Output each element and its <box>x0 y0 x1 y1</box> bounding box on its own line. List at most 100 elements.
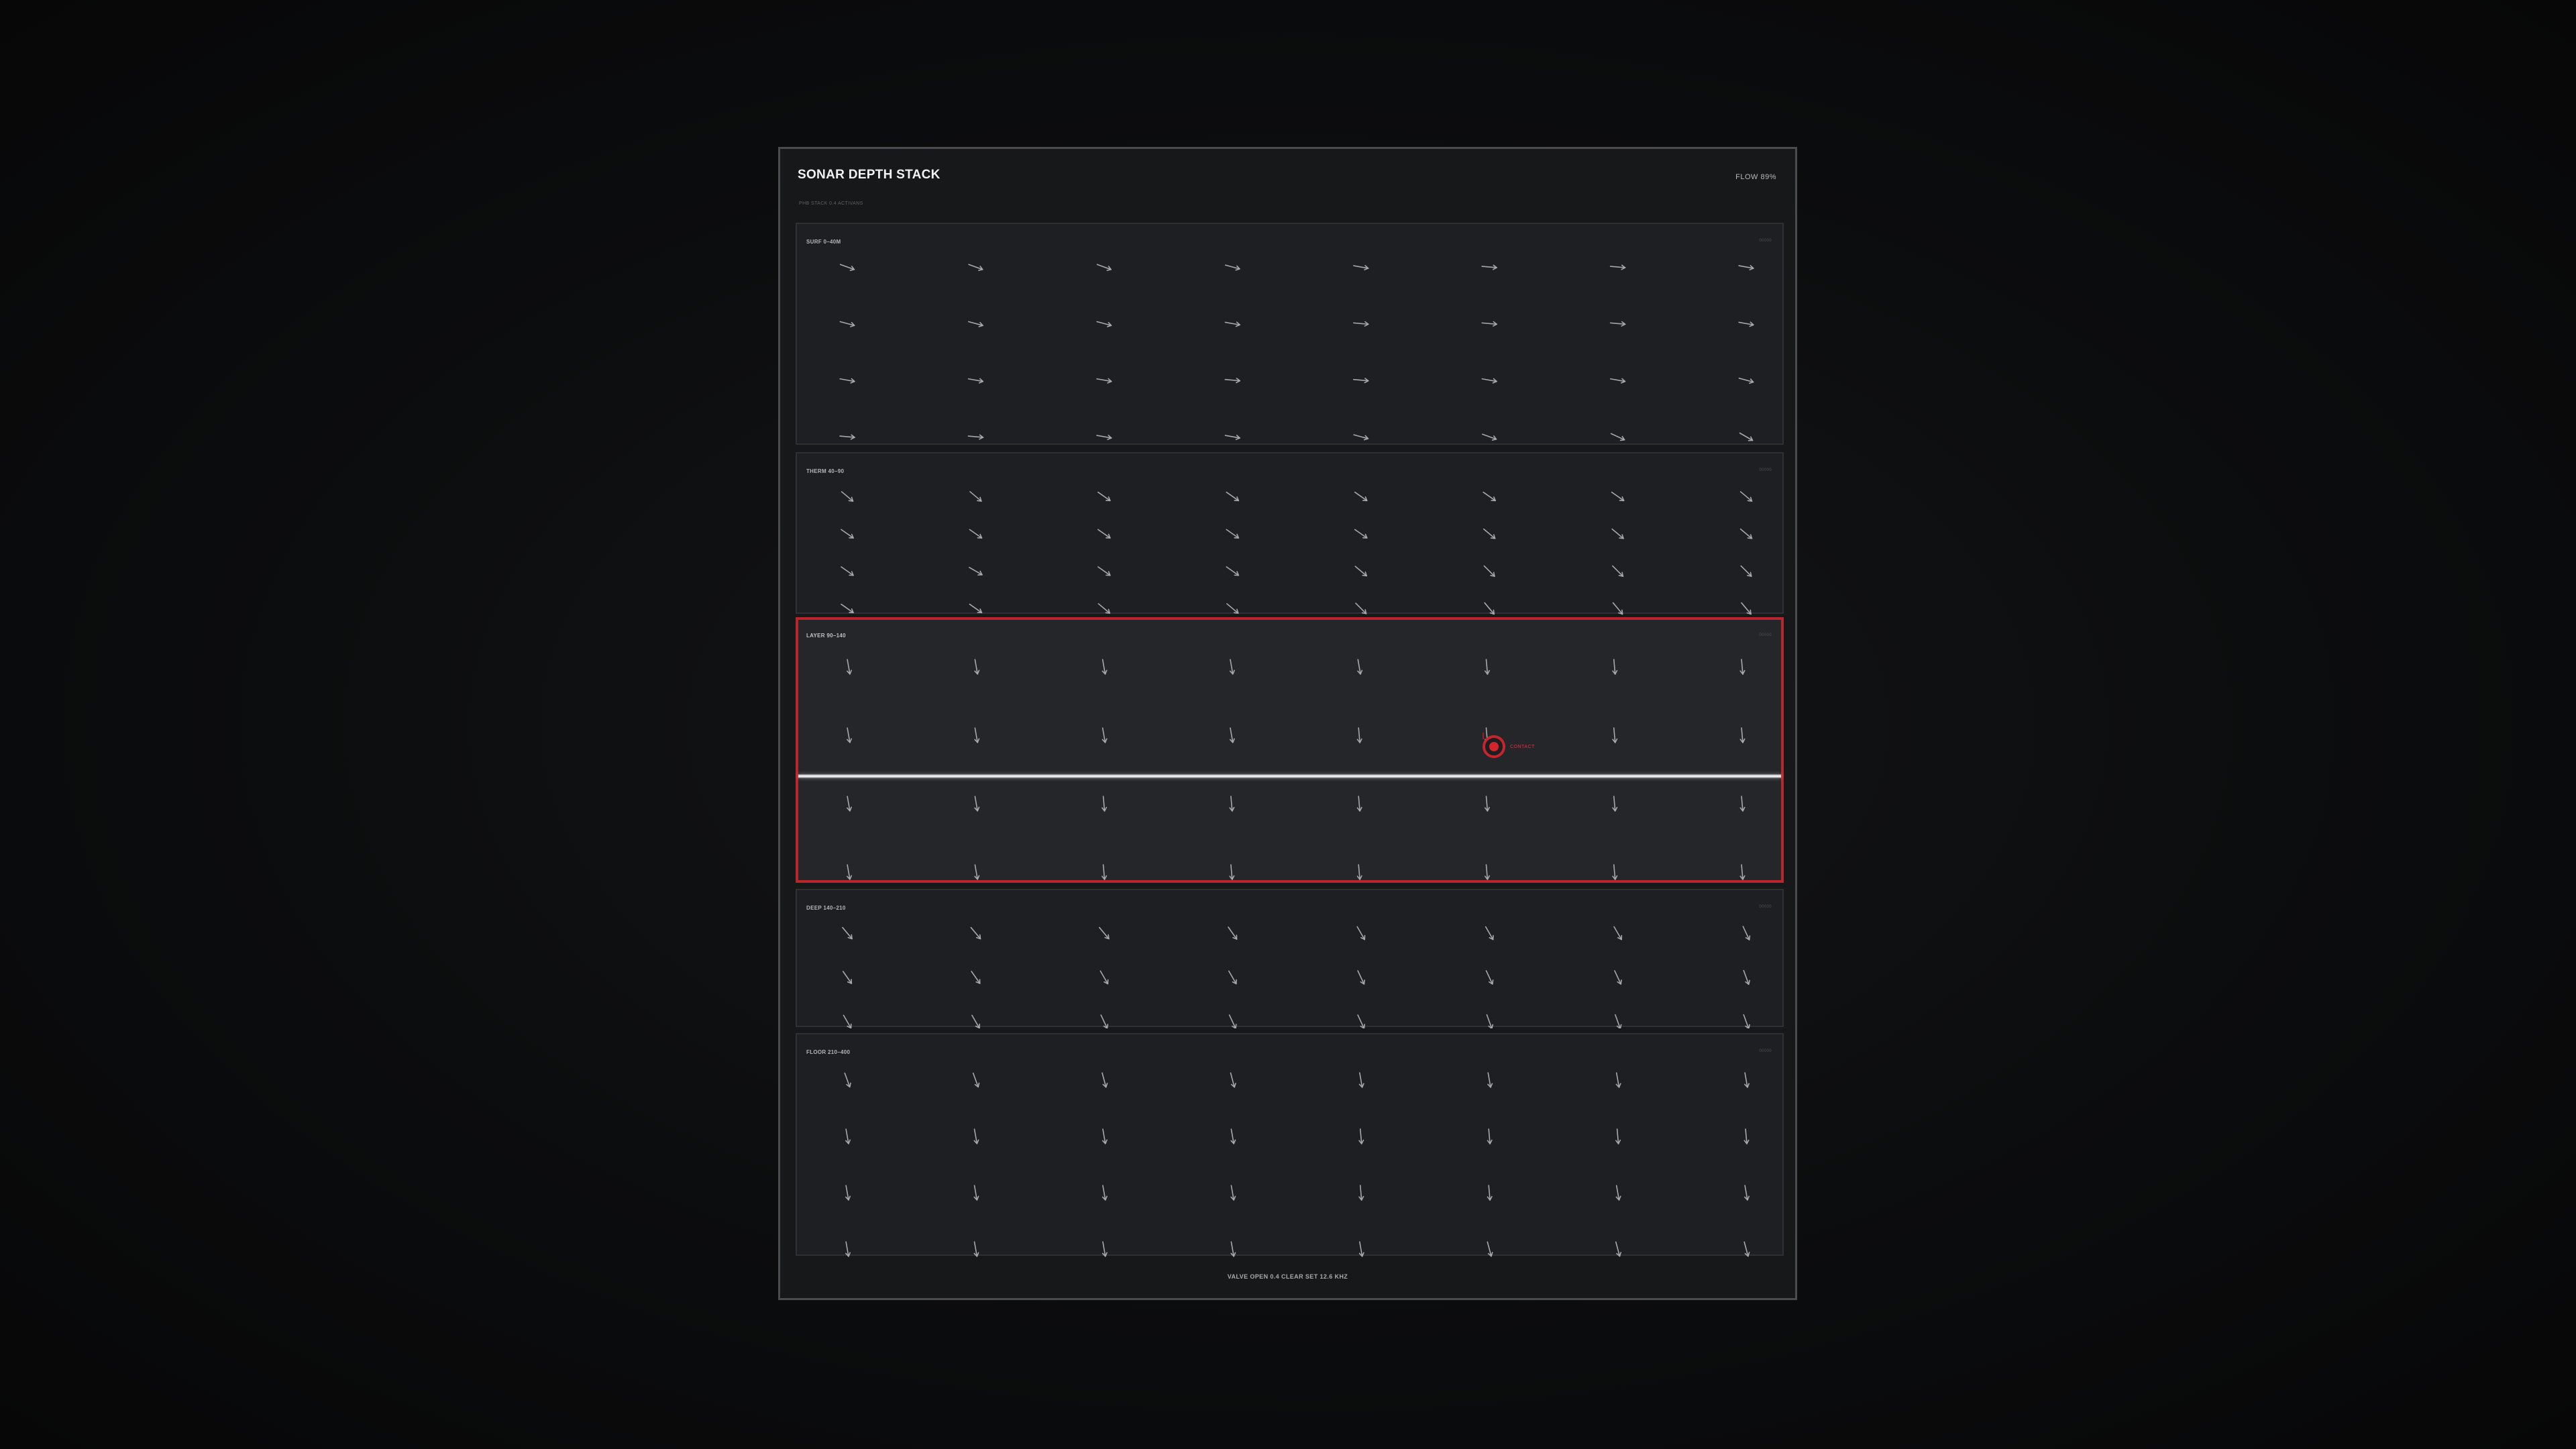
current-arrow-icon <box>1102 1128 1108 1144</box>
sonar-panel: SONAR DEPTH STACK FLOW 89% PHB STACK 0.4… <box>778 147 1797 1300</box>
current-arrow-icon <box>1612 727 1618 743</box>
current-arrow-icon <box>969 603 983 614</box>
current-arrow-icon <box>1357 659 1363 675</box>
current-arrow-icon <box>972 1072 980 1088</box>
current-arrow-icon <box>1484 796 1490 812</box>
current-arrow-icon <box>1096 321 1112 327</box>
current-arrow-icon <box>1226 566 1240 576</box>
layer-surf[interactable]: SURF 0–40M 00000 <box>796 223 1784 445</box>
current-arrow-icon <box>1228 970 1237 985</box>
current-arrow-icon <box>1484 864 1490 880</box>
current-arrow-icon <box>1356 864 1362 880</box>
current-arrow-icon <box>1226 491 1240 502</box>
layer-label: LAYER 90–140 <box>806 633 846 639</box>
target-stem <box>1483 733 1484 739</box>
current-arrow-icon <box>1612 796 1618 812</box>
current-arrow-icon <box>1610 433 1625 441</box>
current-arrow-icon <box>1738 265 1754 270</box>
layer-label: DEEP 140–210 <box>806 905 846 911</box>
current-vector-field <box>847 659 1746 880</box>
current-arrow-icon <box>1356 926 1366 941</box>
current-arrow-icon <box>1102 1072 1108 1088</box>
current-arrow-icon <box>1612 659 1618 675</box>
current-arrow-icon <box>974 796 980 812</box>
current-arrow-icon <box>1228 926 1238 940</box>
current-arrow-icon <box>842 926 853 940</box>
current-arrow-icon <box>1099 970 1109 985</box>
current-arrow-icon <box>1102 727 1108 743</box>
current-arrow-icon <box>841 603 854 614</box>
current-arrow-icon <box>1615 1241 1622 1257</box>
current-arrow-icon <box>847 796 852 812</box>
current-arrow-icon <box>1353 434 1369 441</box>
layer-label: FLOOR 210–400 <box>806 1049 851 1055</box>
current-arrow-icon <box>1739 528 1753 539</box>
current-arrow-icon <box>973 1185 979 1201</box>
current-arrow-icon <box>1229 659 1235 675</box>
current-arrow-icon <box>1357 1014 1365 1028</box>
status-footer: VALVE OPEN 0.4 CLEAR SET 12.6 KHZ <box>1227 1273 1348 1280</box>
current-arrow-icon <box>971 971 981 984</box>
current-arrow-icon <box>839 321 855 327</box>
current-arrow-icon <box>973 1241 979 1257</box>
current-arrow-icon <box>1609 378 1626 384</box>
layer-tag: 00000 <box>1759 905 1772 909</box>
current-arrow-icon <box>973 1128 979 1144</box>
layer-tag: 00000 <box>1759 633 1772 637</box>
thermocline-line <box>798 774 1781 778</box>
current-arrow-icon <box>1739 659 1746 675</box>
current-arrow-icon <box>1229 796 1235 812</box>
stack-subtitle: PHB STACK 0.4 ACTIVANS <box>799 201 863 206</box>
target-icon[interactable] <box>1483 735 1505 758</box>
current-arrow-icon <box>1743 1014 1750 1028</box>
current-arrow-icon <box>1354 566 1367 577</box>
layer-deep[interactable]: DEEP 140–210 00000 <box>796 889 1784 1028</box>
current-arrow-icon <box>969 491 982 502</box>
current-arrow-icon <box>1739 864 1746 880</box>
target-dot <box>1489 742 1499 751</box>
page-title: SONAR DEPTH STACK <box>798 168 941 182</box>
layer-floor[interactable]: FLOOR 210–400 00000 <box>796 1033 1784 1257</box>
current-arrow-icon <box>1096 435 1112 440</box>
current-arrow-icon <box>967 378 984 384</box>
current-arrow-icon <box>847 727 852 743</box>
current-arrow-icon <box>1739 432 1754 441</box>
current-arrow-icon <box>1615 1014 1622 1028</box>
current-arrow-icon <box>1611 565 1624 577</box>
current-arrow-icon <box>1485 970 1494 985</box>
layer-tag: 00000 <box>1759 1049 1772 1053</box>
layer-active[interactable]: LAYER 90–140 00000 CONTACT <box>796 617 1784 883</box>
current-arrow-icon <box>1743 1241 1750 1257</box>
current-arrow-icon <box>839 264 855 271</box>
current-arrow-icon <box>1354 529 1368 539</box>
layer-therm[interactable]: THERM 40–90 00000 <box>796 452 1784 615</box>
current-arrow-icon <box>1355 602 1367 614</box>
current-arrow-icon <box>974 727 980 743</box>
current-arrow-icon <box>967 434 984 440</box>
current-arrow-icon <box>968 264 983 271</box>
current-arrow-icon <box>845 1185 851 1201</box>
current-arrow-icon <box>1097 491 1111 502</box>
current-arrow-icon <box>1230 1241 1236 1257</box>
current-arrow-icon <box>1741 602 1752 615</box>
current-arrow-icon <box>969 567 983 576</box>
current-arrow-icon <box>1230 1072 1236 1088</box>
current-arrow-icon <box>1356 796 1362 812</box>
current-arrow-icon <box>1739 491 1753 502</box>
current-arrow-icon <box>1229 864 1235 880</box>
current-arrow-icon <box>1744 1185 1750 1201</box>
current-arrow-icon <box>971 1014 980 1028</box>
current-arrow-icon <box>1097 529 1111 539</box>
current-arrow-icon <box>1739 796 1746 812</box>
current-arrow-icon <box>845 1128 851 1144</box>
current-arrow-icon <box>970 926 981 940</box>
current-arrow-icon <box>1102 1185 1108 1201</box>
current-arrow-icon <box>847 659 852 675</box>
current-arrow-icon <box>1611 491 1625 502</box>
current-arrow-icon <box>1102 796 1108 812</box>
current-arrow-icon <box>1615 1128 1621 1144</box>
current-arrow-icon <box>1740 565 1752 577</box>
current-arrow-icon <box>1230 1128 1236 1144</box>
current-arrow-icon <box>1613 926 1623 941</box>
current-arrow-icon <box>1738 378 1754 384</box>
